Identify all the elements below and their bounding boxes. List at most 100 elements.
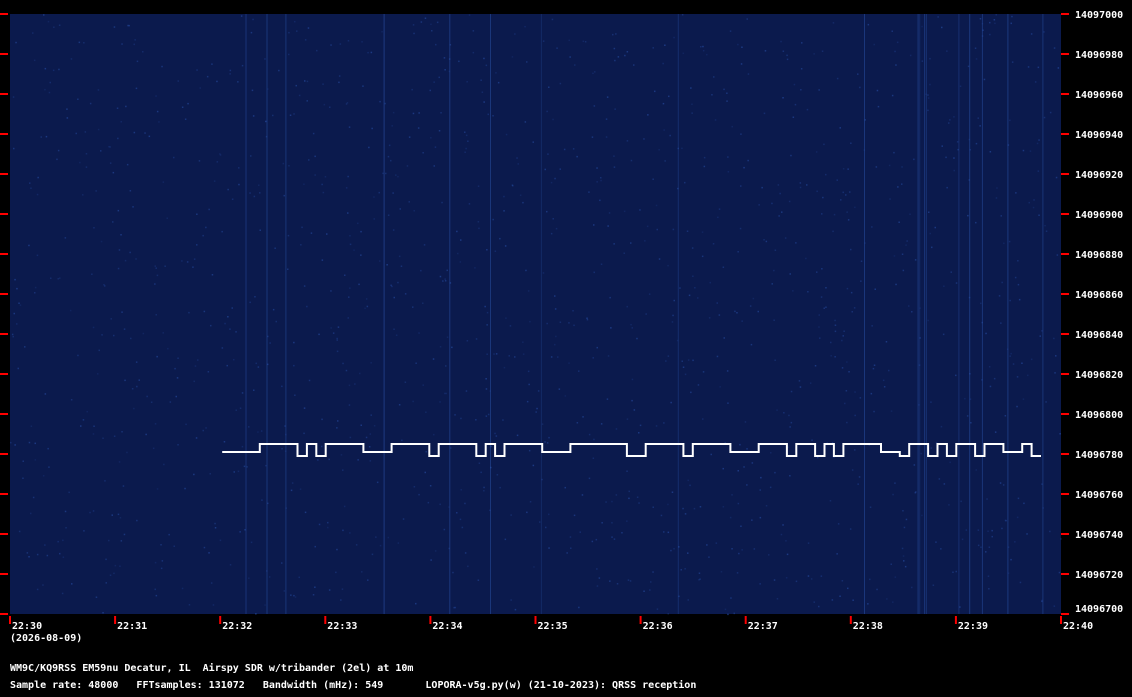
noise-speck xyxy=(177,80,179,82)
noise-speck xyxy=(50,277,52,279)
noise-speck xyxy=(955,570,957,573)
noise-speck xyxy=(478,462,481,464)
noise-speck xyxy=(684,513,687,515)
noise-speck xyxy=(894,576,897,578)
noise-speck xyxy=(439,401,441,403)
noise-speck xyxy=(1055,355,1057,357)
noise-speck xyxy=(219,539,222,542)
noise-speck xyxy=(289,114,292,116)
noise-speck xyxy=(799,386,802,388)
noise-speck xyxy=(347,175,349,178)
noise-speck xyxy=(687,552,689,554)
noise-speck xyxy=(433,433,435,436)
noise-speck xyxy=(841,339,843,342)
noise-speck xyxy=(821,268,823,270)
noise-speck xyxy=(123,533,126,536)
noise-speck xyxy=(586,317,588,319)
noise-speck xyxy=(930,447,933,449)
noise-speck xyxy=(914,259,917,261)
noise-speck xyxy=(660,514,663,517)
noise-speck xyxy=(71,583,73,585)
noise-speck xyxy=(207,371,210,373)
noise-speck xyxy=(255,362,257,365)
noise-speck xyxy=(293,341,295,344)
noise-speck xyxy=(358,283,360,286)
noise-speck xyxy=(548,513,550,516)
noise-speck xyxy=(10,441,12,444)
noise-speck xyxy=(727,402,729,404)
noise-speck xyxy=(486,324,488,326)
noise-speck xyxy=(16,323,18,325)
noise-speck xyxy=(477,579,480,581)
noise-speck xyxy=(913,464,916,466)
noise-speck xyxy=(154,265,156,267)
noise-speck xyxy=(774,359,776,361)
noise-speck xyxy=(967,65,970,68)
y-tick-label: 14096780 xyxy=(1075,450,1123,461)
noise-speck xyxy=(988,366,991,368)
noise-speck xyxy=(946,186,948,189)
noise-speck xyxy=(568,322,570,324)
noise-speck xyxy=(14,444,16,446)
noise-speck xyxy=(825,173,827,176)
noise-speck xyxy=(138,379,140,381)
noise-speck xyxy=(528,383,530,386)
noise-speck xyxy=(117,267,120,270)
noise-speck xyxy=(691,247,694,249)
noise-speck xyxy=(600,177,602,179)
noise-speck xyxy=(58,68,60,71)
noise-speck xyxy=(399,208,401,210)
noise-speck xyxy=(514,33,516,35)
noise-speck xyxy=(495,435,498,437)
noise-speck xyxy=(542,272,545,274)
noise-speck xyxy=(988,546,991,548)
noise-speck xyxy=(734,310,736,313)
noise-speck xyxy=(718,208,721,210)
noise-speck xyxy=(752,297,755,300)
noise-speck xyxy=(592,72,594,75)
noise-speck xyxy=(920,452,922,455)
noise-speck xyxy=(75,132,77,135)
noise-speck xyxy=(527,290,530,292)
noise-speck xyxy=(392,229,395,231)
noise-speck xyxy=(757,310,759,313)
noise-speck xyxy=(715,542,718,544)
noise-speck xyxy=(667,264,669,267)
noise-speck xyxy=(318,333,320,336)
noise-speck xyxy=(317,459,319,461)
noise-speck xyxy=(483,101,485,103)
noise-speck xyxy=(784,237,787,239)
noise-speck xyxy=(486,353,488,355)
y-tick-label: 14096840 xyxy=(1075,330,1123,341)
noise-speck xyxy=(613,155,615,157)
noise-speck xyxy=(210,582,213,584)
noise-speck xyxy=(904,565,907,568)
noise-speck xyxy=(663,531,665,533)
noise-speck xyxy=(330,290,332,292)
noise-speck xyxy=(668,95,670,98)
noise-speck xyxy=(288,165,290,167)
noise-speck xyxy=(552,118,554,121)
noise-speck xyxy=(288,31,290,34)
noise-speck xyxy=(941,26,943,29)
noise-speck xyxy=(921,514,923,517)
noise-speck xyxy=(701,231,704,233)
noise-speck xyxy=(532,141,534,143)
noise-speck xyxy=(24,346,26,348)
noise-speck xyxy=(402,518,405,520)
noise-speck xyxy=(885,341,888,343)
noise-speck xyxy=(102,612,104,614)
noise-speck xyxy=(26,552,29,554)
noise-speck xyxy=(357,222,359,225)
noise-speck xyxy=(537,390,540,392)
noise-speck xyxy=(203,546,206,549)
noise-speck xyxy=(736,312,738,314)
noise-speck xyxy=(807,575,810,577)
noise-speck xyxy=(233,471,235,473)
noise-speck xyxy=(46,554,49,557)
noise-speck xyxy=(119,565,121,567)
noise-speck xyxy=(420,21,423,23)
noise-speck xyxy=(381,31,383,33)
noise-speck xyxy=(526,511,528,514)
noise-speck xyxy=(822,196,824,199)
